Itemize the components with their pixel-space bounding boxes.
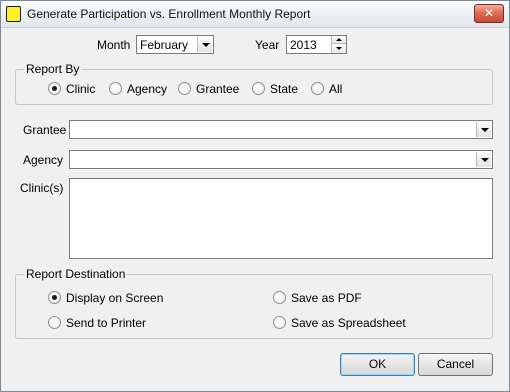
report-by-title: Report By — [24, 62, 82, 76]
grantee-label: Grantee — [23, 123, 67, 137]
radio-icon[interactable] — [252, 82, 265, 95]
radio-checked-icon[interactable] — [48, 291, 61, 304]
grantee-select[interactable] — [69, 120, 493, 139]
radio-checked-icon[interactable] — [48, 82, 61, 95]
report-dialog: Generate Participation vs. Enrollment Mo… — [0, 0, 510, 392]
agency-label: Agency — [23, 153, 64, 167]
chevron-down-icon[interactable] — [476, 122, 491, 137]
ok-button[interactable]: OK — [340, 353, 415, 376]
radio-icon[interactable] — [273, 316, 286, 329]
year-value: 2013 — [290, 38, 317, 52]
spin-down-icon[interactable] — [332, 45, 346, 53]
radio-icon[interactable] — [109, 82, 122, 95]
radio-label: All — [329, 82, 343, 96]
month-label: Month — [97, 38, 131, 52]
agency-select[interactable] — [69, 150, 493, 169]
cancel-button[interactable]: Cancel — [418, 353, 493, 376]
radio-label: Send to Printer — [66, 316, 147, 330]
clinics-listbox[interactable] — [69, 178, 493, 259]
radio-label: Save as Spreadsheet — [291, 316, 406, 330]
title-bar: Generate Participation vs. Enrollment Mo… — [1, 1, 509, 28]
radio-icon[interactable] — [273, 291, 286, 304]
month-value: February — [140, 38, 189, 52]
report-destination-title: Report Destination — [24, 267, 128, 281]
window-title: Generate Participation vs. Enrollment Mo… — [27, 7, 311, 21]
chevron-down-icon[interactable] — [197, 37, 212, 52]
month-select[interactable]: February — [136, 35, 214, 54]
year-label: Year — [255, 38, 280, 52]
chevron-down-icon[interactable] — [476, 152, 491, 167]
radio-label: Grantee — [196, 82, 240, 96]
radio-label: Display on Screen — [66, 291, 164, 305]
radio-label: Save as PDF — [291, 291, 362, 305]
year-spinner[interactable]: 2013 — [286, 35, 347, 54]
radio-icon[interactable] — [311, 82, 324, 95]
radio-icon[interactable] — [178, 82, 191, 95]
close-button[interactable]: ✕ — [474, 4, 504, 23]
spinner-buttons — [331, 36, 346, 53]
radio-label: Agency — [127, 82, 168, 96]
radio-icon[interactable] — [48, 316, 61, 329]
radio-label: State — [270, 82, 299, 96]
clinics-label: Clinic(s) — [20, 181, 64, 195]
spin-up-icon[interactable] — [332, 36, 346, 44]
app-icon — [6, 6, 21, 22]
radio-label: Clinic — [66, 82, 96, 96]
